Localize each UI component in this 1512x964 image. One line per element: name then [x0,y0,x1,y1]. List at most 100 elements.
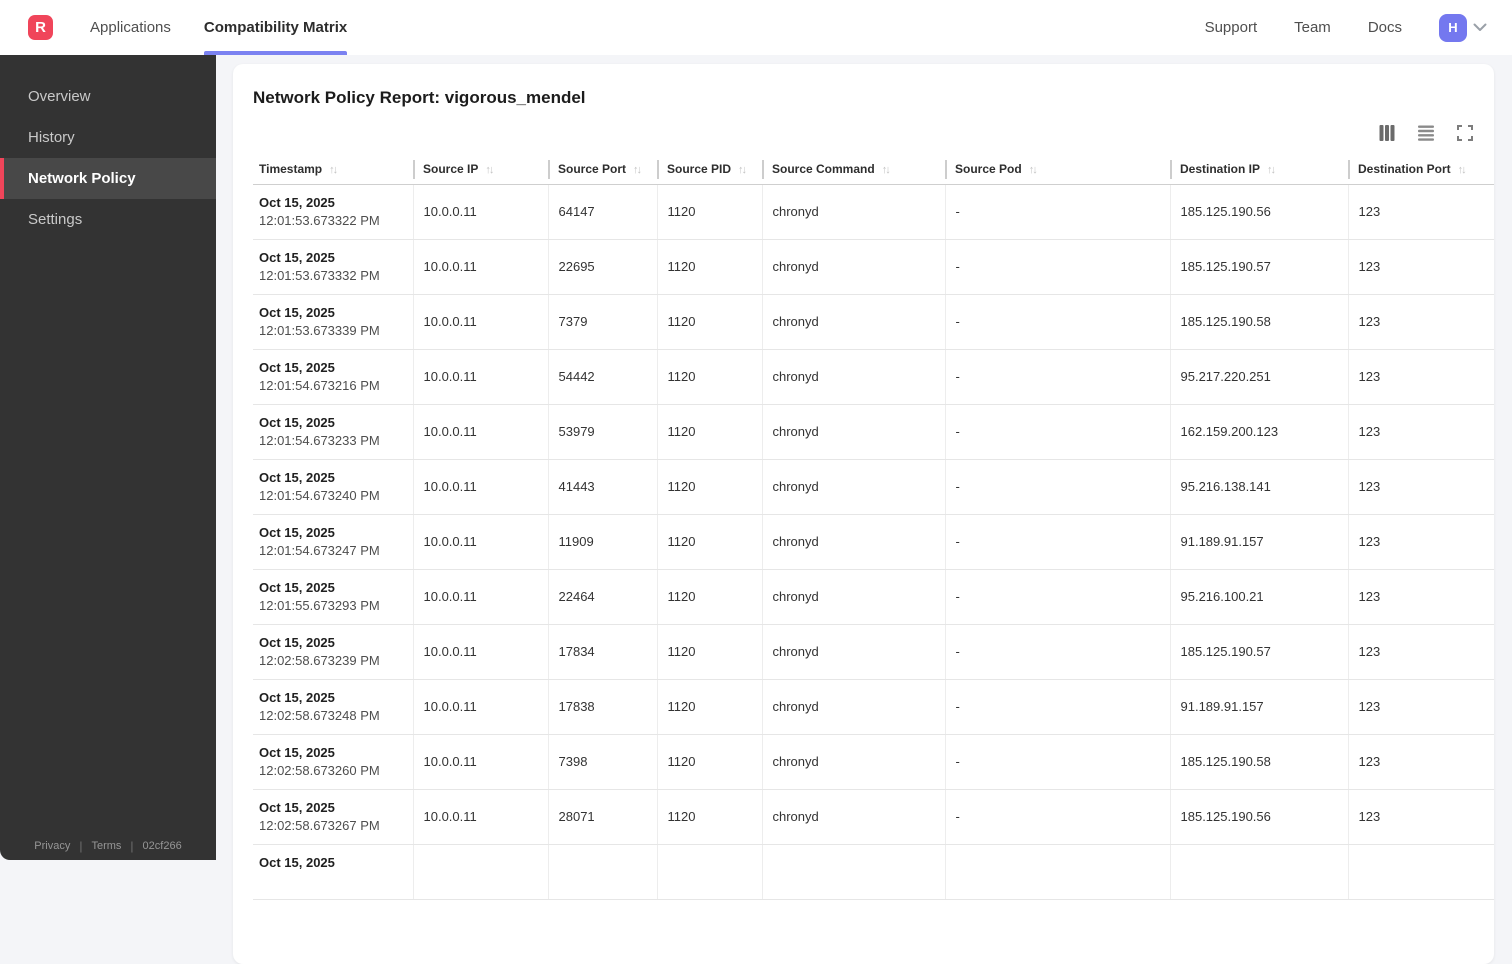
sidebar-item-history[interactable]: History [0,117,216,158]
table-cell: 123 [1347,789,1494,845]
timestamp-time: 12:01:54.673233 PM [259,433,380,448]
table-cell: 1120 [656,239,762,295]
timestamp-date: Oct 15, 2025 [259,525,335,540]
timestamp-date: Oct 15, 2025 [259,580,335,595]
page-title: Network Policy Report: vigorous_mendel [253,88,586,107]
table-row: Oct 15, 2025 12:01:54.673240 PM 10.0.0.11 4… [253,459,1494,515]
timestamp-date: Oct 15, 2025 [259,855,335,870]
table-cell: 185.125.190.57 [1169,624,1348,680]
timestamp-time: 12:02:58.673239 PM [259,653,380,668]
table-row: Oct 15, 2025 [253,844,1494,900]
timestamp-cell: Oct 15, 2025 12:01:53.673339 PM [253,294,413,350]
sort-icon[interactable]: ↑↓ [485,164,494,176]
table-cell: 185.125.190.56 [1169,789,1348,845]
sort-icon[interactable]: ↑↓ [1458,164,1467,176]
column-header[interactable]: Source Port ↑↓ [548,155,657,185]
table-cell: - [944,789,1170,845]
footer-divider: | [79,839,83,853]
column-header-label: Source Port [558,162,627,177]
table-cell: 10.0.0.11 [412,734,548,790]
table-cell: 1120 [656,294,762,350]
column-header[interactable]: Source PID ↑↓ [657,155,762,185]
sort-icon[interactable]: ↑↓ [882,164,891,176]
column-header[interactable]: Destination IP ↑↓ [1170,155,1348,185]
timestamp-date: Oct 15, 2025 [259,470,335,485]
sort-icon[interactable]: ↑↓ [738,164,747,176]
sidebar: Overview History Network Policy Settings… [0,55,216,860]
user-menu[interactable]: H [1439,13,1487,42]
chevron-down-icon[interactable] [1473,23,1487,32]
table-cell: 91.189.91.157 [1169,679,1348,735]
column-header[interactable]: Source Pod ↑↓ [945,155,1170,185]
table-view-toolbar [1378,124,1474,142]
sort-icon[interactable]: ↑↓ [329,164,338,176]
table-cell: - [944,294,1170,350]
table-cell: - [944,514,1170,570]
timestamp-date: Oct 15, 2025 [259,745,335,760]
table-cell: 10.0.0.11 [412,184,548,240]
column-header-label: Source PID [667,162,732,177]
timestamp-time: 12:01:53.673332 PM [259,268,380,283]
table-cell: 41443 [547,459,657,515]
team-link[interactable]: Team [1294,19,1331,36]
timestamp-cell: Oct 15, 2025 12:01:54.673216 PM [253,349,413,405]
sort-icon[interactable]: ↑↓ [1029,164,1038,176]
table-cell: 10.0.0.11 [412,459,548,515]
table-cell: chronyd [761,679,945,735]
table-cell: 17838 [547,679,657,735]
table-cell: 123 [1347,239,1494,295]
table-cell [547,844,657,900]
rows-icon[interactable] [1417,124,1435,142]
columns-icon[interactable] [1378,124,1396,142]
table-cell: 11909 [547,514,657,570]
table-cell: 10.0.0.11 [412,569,548,625]
sort-icon[interactable]: ↑↓ [1267,164,1276,176]
table-row: Oct 15, 2025 12:01:55.673293 PM 10.0.0.11 2… [253,569,1494,625]
column-header[interactable]: Source IP ↑↓ [413,155,548,185]
report-card: Network Policy Report: vigorous_mendel T… [233,64,1494,964]
sidebar-item-settings[interactable]: Settings [0,199,216,240]
column-header-label: Timestamp [259,162,323,177]
support-link[interactable]: Support [1205,19,1258,36]
table-cell: chronyd [761,349,945,405]
table-cell [1347,844,1494,900]
timestamp-cell: Oct 15, 2025 12:02:58.673260 PM [253,734,413,790]
fullscreen-icon[interactable] [1456,124,1474,142]
table-cell: 185.125.190.58 [1169,734,1348,790]
table-cell: 123 [1347,624,1494,680]
table-cell [656,844,762,900]
sort-icon[interactable]: ↑↓ [633,164,642,176]
table-cell: 10.0.0.11 [412,349,548,405]
table-cell: 7398 [547,734,657,790]
tab-applications[interactable]: Applications [90,0,171,55]
table-cell: 123 [1347,294,1494,350]
column-header[interactable]: Destination Port ↑↓ [1348,155,1494,185]
column-header-label: Source Command [772,162,875,177]
sidebar-item-network-policy[interactable]: Network Policy [0,158,216,199]
table-cell: 54442 [547,349,657,405]
timestamp-date: Oct 15, 2025 [259,250,335,265]
table-row: Oct 15, 2025 12:02:58.673260 PM 10.0.0.11 7… [253,734,1494,790]
timestamp-date: Oct 15, 2025 [259,800,335,815]
app-logo[interactable]: R [28,15,53,40]
table-cell: 53979 [547,404,657,460]
table-cell: 1120 [656,349,762,405]
column-header[interactable]: Source Command ↑↓ [762,155,945,185]
column-header[interactable]: Timestamp ↑↓ [253,155,413,185]
avatar[interactable]: H [1439,13,1467,42]
table-cell: 10.0.0.11 [412,789,548,845]
table-cell: 17834 [547,624,657,680]
terms-link[interactable]: Terms [91,840,121,852]
privacy-link[interactable]: Privacy [34,840,70,852]
timestamp-time [259,872,405,889]
table-cell: 1120 [656,459,762,515]
tab-compatibility-matrix[interactable]: Compatibility Matrix [203,0,348,55]
table-cell: 10.0.0.11 [412,624,548,680]
docs-link[interactable]: Docs [1368,19,1402,36]
timestamp-time: 12:02:58.673260 PM [259,763,380,778]
table-cell: 123 [1347,459,1494,515]
table-cell: chronyd [761,404,945,460]
timestamp-time: 12:01:53.673322 PM [259,213,380,228]
table-row: Oct 15, 2025 12:02:58.673267 PM 10.0.0.11 2… [253,789,1494,845]
sidebar-item-overview[interactable]: Overview [0,76,216,117]
